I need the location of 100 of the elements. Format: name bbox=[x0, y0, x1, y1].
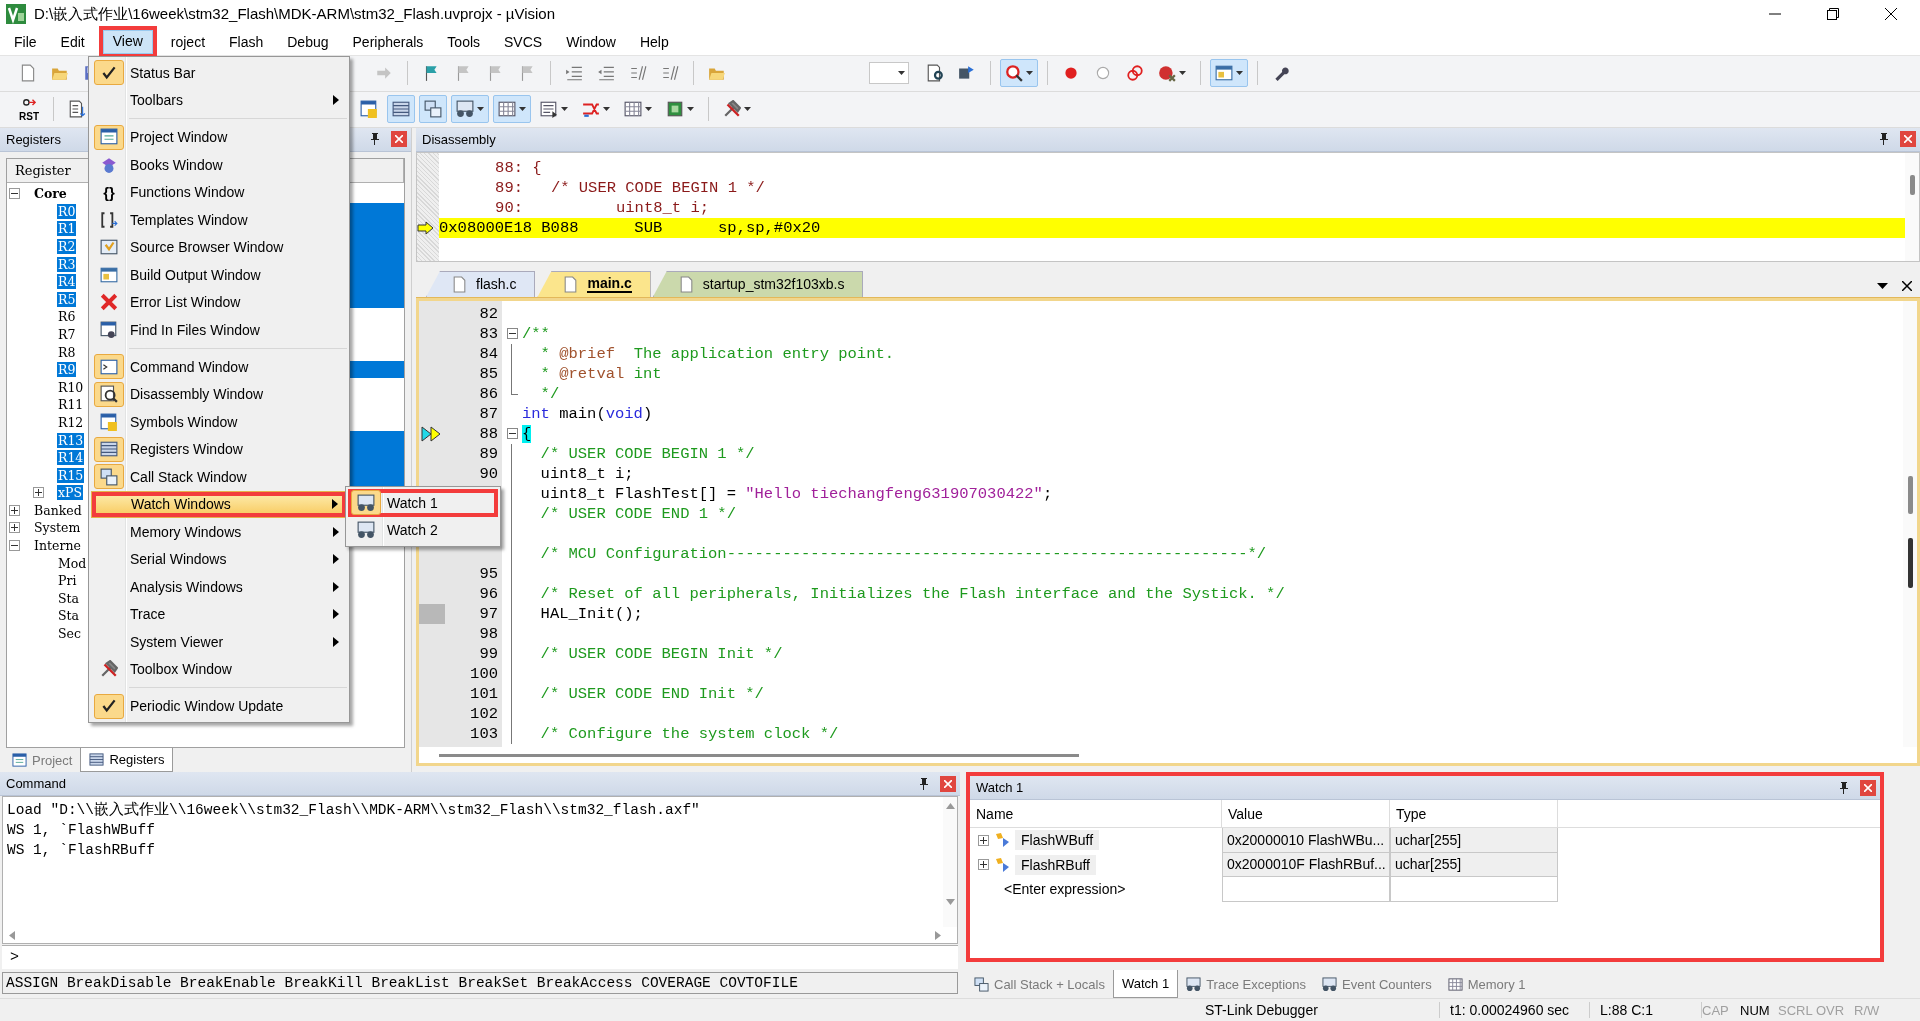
menu-item[interactable]: File bbox=[2, 29, 49, 54]
pane-tab[interactable]: Call Stack + Locals bbox=[966, 970, 1113, 999]
pane-tab[interactable]: Trace Exceptions bbox=[1178, 970, 1315, 999]
register-name[interactable]: R14 bbox=[57, 450, 85, 466]
menu-item[interactable]: Memory Windows bbox=[91, 518, 347, 546]
register-name[interactable]: R13 bbox=[57, 432, 85, 448]
expand-toggle[interactable] bbox=[9, 522, 20, 534]
register-name[interactable]: R3 bbox=[57, 256, 77, 272]
menu-item[interactable]: SVCS bbox=[492, 29, 555, 54]
pane-tab[interactable]: Registers bbox=[80, 748, 174, 773]
menu-item[interactable]: roject bbox=[158, 29, 217, 54]
toolbar-button[interactable] bbox=[1000, 59, 1038, 88]
register-name[interactable]: Pri bbox=[57, 573, 78, 589]
menu-item[interactable]: Find In Files Window bbox=[91, 316, 347, 344]
register-name[interactable]: R15 bbox=[57, 467, 85, 483]
register-name[interactable]: R6 bbox=[57, 309, 77, 325]
expand-toggle[interactable] bbox=[9, 188, 20, 200]
menu-item[interactable]: Toolbars bbox=[91, 86, 347, 114]
menu-item[interactable]: Registers Window bbox=[91, 435, 347, 463]
file-tab[interactable]: main.c bbox=[537, 270, 651, 297]
register-name[interactable]: xPS bbox=[57, 485, 84, 501]
menu-item[interactable]: Watch 2 bbox=[348, 516, 498, 544]
menu-item[interactable]: Tools bbox=[435, 29, 493, 54]
menu-item[interactable]: Periodic Window Update bbox=[91, 692, 347, 720]
register-name[interactable]: R1 bbox=[57, 221, 77, 237]
menu-item[interactable]: Peripherals bbox=[340, 29, 436, 54]
document-icon bbox=[451, 275, 468, 293]
close-button[interactable] bbox=[1860, 779, 1876, 796]
menu-item[interactable]: Analysis Windows bbox=[91, 573, 347, 601]
reset-button[interactable]: RST bbox=[14, 95, 44, 124]
menu-item[interactable]: Debug bbox=[275, 29, 341, 54]
expand-toggle[interactable] bbox=[33, 487, 44, 499]
expand-toggle[interactable] bbox=[978, 859, 989, 871]
symbols-icon bbox=[360, 100, 378, 119]
toolbar-button[interactable] bbox=[451, 95, 489, 124]
menu-item[interactable]: Watch Windows bbox=[91, 490, 347, 518]
register-name[interactable]: R2 bbox=[57, 239, 77, 254]
register-name[interactable]: R12 bbox=[57, 414, 85, 430]
code-line: /* Reset of all peripherals, Initializes the Flash interface and the Systick. */ bbox=[539, 583, 1285, 604]
register-name[interactable]: Interne bbox=[33, 538, 82, 554]
pane-tab[interactable]: Project bbox=[4, 748, 81, 773]
menu-item[interactable]: Symbols Window bbox=[91, 408, 347, 436]
toolbar-button[interactable] bbox=[419, 95, 447, 124]
menu-item[interactable]: Project Window bbox=[91, 123, 347, 151]
register-name[interactable]: R11 bbox=[57, 397, 85, 413]
register-name[interactable]: Banked bbox=[33, 502, 83, 518]
menu-item[interactable]: Flash bbox=[217, 29, 276, 54]
menu-item[interactable]: Edit bbox=[48, 29, 97, 54]
register-name[interactable]: R0 bbox=[57, 203, 77, 219]
command-input[interactable]: > bbox=[2, 945, 958, 970]
menu-item[interactable]: Toolbox Window bbox=[91, 655, 347, 683]
disassembly-line: 88: { bbox=[494, 157, 543, 178]
menu-item[interactable]: Error List Window bbox=[91, 288, 347, 316]
register-name[interactable]: R5 bbox=[57, 291, 77, 307]
close-button[interactable] bbox=[391, 131, 407, 148]
expand-toggle[interactable] bbox=[9, 504, 20, 516]
pane-tab[interactable]: Event Counters bbox=[1314, 970, 1440, 999]
caret-icon bbox=[1877, 282, 1888, 289]
menu-item[interactable]: Command Window bbox=[91, 353, 347, 381]
register-name[interactable]: R4 bbox=[57, 274, 77, 290]
toolbar-button[interactable] bbox=[1210, 59, 1248, 88]
close-icon bbox=[395, 135, 403, 144]
close-icon bbox=[1864, 783, 1872, 792]
menu-item[interactable]: View bbox=[98, 25, 157, 58]
file-tab[interactable]: flash.c bbox=[426, 270, 536, 297]
toolbar-button[interactable] bbox=[493, 95, 531, 124]
menu-item[interactable]: Trace bbox=[91, 600, 347, 628]
expand-toggle[interactable] bbox=[9, 540, 20, 552]
pane-tab[interactable]: Memory 1 bbox=[1439, 970, 1534, 999]
menu-item[interactable]: Call Stack Window bbox=[91, 463, 347, 491]
fold-toggle[interactable] bbox=[506, 328, 518, 340]
toolbar-button[interactable] bbox=[387, 95, 415, 124]
close-button[interactable] bbox=[1900, 131, 1916, 148]
register-name[interactable]: R7 bbox=[57, 326, 77, 342]
register-name[interactable]: R9 bbox=[57, 362, 77, 378]
register-name[interactable]: R10 bbox=[57, 379, 85, 395]
register-name[interactable]: Sta bbox=[57, 608, 81, 624]
menu-item[interactable]: Build Output Window bbox=[91, 261, 347, 289]
menu-item[interactable]: Source Browser Window bbox=[91, 233, 347, 261]
menu-item[interactable]: Watch 1 bbox=[348, 489, 498, 517]
menu-item[interactable]: Disassembly Window bbox=[91, 380, 347, 408]
fold-toggle[interactable] bbox=[506, 428, 518, 440]
register-name[interactable]: R8 bbox=[57, 344, 77, 360]
register-name[interactable]: Sec bbox=[57, 626, 82, 642]
menu-item[interactable]: Templates Window bbox=[91, 206, 347, 234]
expand-toggle[interactable] bbox=[978, 834, 989, 846]
close-button[interactable] bbox=[940, 775, 956, 792]
register-name[interactable]: Sta bbox=[57, 590, 81, 606]
register-name[interactable]: Core bbox=[33, 186, 68, 202]
menu-item[interactable]: Status Bar bbox=[91, 59, 347, 87]
expression-field[interactable]: <Enter expression> bbox=[1004, 881, 1126, 898]
dropdown-field[interactable] bbox=[869, 62, 909, 85]
register-name[interactable]: Mod bbox=[57, 555, 88, 571]
pane-tab[interactable]: Watch 1 bbox=[1112, 970, 1179, 999]
menu-item[interactable]: Serial Windows bbox=[91, 545, 347, 573]
menu-item[interactable]: Help bbox=[627, 29, 681, 54]
menu-item[interactable]: System Viewer bbox=[91, 628, 347, 656]
register-name[interactable]: System bbox=[33, 520, 82, 536]
menu-item[interactable]: Window bbox=[554, 29, 628, 54]
file-tab[interactable]: startup_stm32f103xb.s bbox=[652, 270, 864, 297]
